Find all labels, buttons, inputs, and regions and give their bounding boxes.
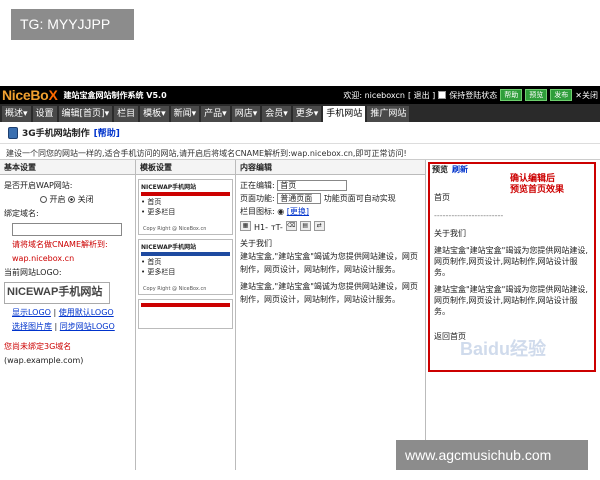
wap-off-label: 关闭: [77, 195, 94, 204]
nav-products[interactable]: 产品▾: [201, 106, 230, 122]
font-size-button[interactable]: тT-: [271, 221, 283, 234]
nav-overview[interactable]: 概述▾: [2, 106, 31, 122]
template-bar: [141, 252, 230, 256]
nav-shop[interactable]: 网店▾: [231, 106, 261, 122]
template-footer: Copy Right @ NiceBox.cn: [143, 226, 207, 232]
cname-hint: 请将域名做CNAME解析到:: [12, 240, 108, 249]
table-icon[interactable]: ▦: [240, 221, 251, 231]
editing-label: 正在编辑:: [240, 181, 275, 190]
app-window: NiceBoX 建站宝盒网站制作系统 V5.0 欢迎: niceboxcn [ …: [0, 86, 600, 480]
template-settings-header: 模板设置: [136, 160, 235, 175]
baidu-watermark: Baidu经验: [460, 339, 547, 359]
refresh-link[interactable]: 刷新: [452, 165, 468, 174]
nav-mobile-site[interactable]: 手机网站: [323, 106, 366, 122]
nav-edit-home[interactable]: 编辑[首页]▾: [58, 106, 113, 122]
title-bar: NiceBoX 建站宝盒网站制作系统 V5.0 欢迎: niceboxcn [ …: [0, 86, 600, 104]
nav-templates[interactable]: 模板▾: [140, 106, 169, 122]
preview-about: 关于我们: [434, 229, 466, 238]
wap-off-radio[interactable]: [68, 196, 76, 203]
close-button[interactable]: ✕关闭: [575, 90, 598, 101]
template-brand: NICEWAP手机网站: [141, 184, 197, 191]
keep-login-checkbox[interactable]: [438, 91, 447, 99]
nav-members[interactable]: 会员▾: [262, 106, 291, 122]
template-settings-panel: 模板设置 NICEWAP手机网站 • 首页 • 更多栏目 Copy Right …: [136, 160, 236, 470]
template-link: • 更多栏目: [141, 208, 176, 216]
template-option-1[interactable]: NICEWAP手机网站 • 首页 • 更多栏目 Copy Right @ Nic…: [138, 179, 233, 235]
domain-input[interactable]: [12, 223, 122, 236]
template-bar: [141, 303, 230, 307]
unbound-notice: 您尚未绑定3G域名: [4, 342, 72, 351]
editor-toolbar: ▦ H1- тT- ⌫ ▤ ⇄: [240, 221, 421, 234]
preview-callout: 确认编辑后 预览首页效果: [510, 174, 565, 195]
template-footer: Copy Right @ NiceBox.cn: [143, 286, 207, 292]
watermark-bottom: www.agcmusichub.com: [396, 440, 588, 470]
basic-settings-panel: 基本设置 是否开启WAP网站: 开启 关闭 绑定域名: 请将域名做CNAME解析…: [0, 160, 136, 470]
editing-select[interactable]: 首页: [277, 180, 348, 191]
function-label: 页面功能:: [240, 194, 275, 203]
preview-divider: ------------------------: [434, 211, 504, 220]
wap-on-radio[interactable]: [40, 196, 47, 203]
preview-panel: 预览 刷新 确认编辑后 预览首页效果 首页 --------------------…: [426, 160, 600, 470]
editor-about: 关于我们: [240, 239, 272, 248]
page-description: 建设一个同您的网站一样的,适合手机访问的网站,请开启后将域名CNAME解析到:w…: [0, 144, 600, 160]
template-option-2[interactable]: NICEWAP手机网站 • 首页 • 更多栏目 Copy Right @ Nic…: [138, 239, 233, 295]
page-title: 3G手机网站制作: [22, 129, 90, 139]
function-select[interactable]: 普通页面: [277, 193, 322, 204]
watermark-top: TG: MYYJJPP: [11, 9, 134, 40]
image-icon[interactable]: ▤: [299, 221, 311, 231]
image-library-link[interactable]: 选择图片库: [12, 322, 52, 331]
preview-text-2: 建站宝盒"建站宝盒"竭诚为您提供网站建设,网页制作,网页设计,网站制作,网站设计…: [434, 285, 588, 316]
keep-login-label: 保持登陆状态: [449, 90, 498, 100]
bind-domain-label: 绑定域名:: [4, 209, 39, 218]
system-title: 建站宝盒网站制作系统 V5.0: [63, 90, 167, 100]
page-header: 3G手机网站制作 [帮助]: [0, 122, 600, 144]
template-link: • 首页: [141, 198, 162, 206]
template-brand: NICEWAP手机网站: [141, 244, 197, 251]
nav-more[interactable]: 更多▾: [292, 106, 322, 122]
preview-button[interactable]: 预览: [525, 89, 548, 101]
function-note: 功能页面可自动实现: [323, 194, 396, 203]
template-link: • 更多栏目: [141, 268, 176, 276]
heading-button[interactable]: H1-: [254, 221, 268, 234]
wap-question: 是否开启WAP网站:: [4, 181, 73, 190]
show-logo-link[interactable]: 显示LOGO: [12, 308, 51, 317]
basic-settings-header: 基本设置: [0, 160, 135, 175]
sync-logo-link[interactable]: 同步网站LOGO: [60, 322, 115, 331]
nicebox-logo: NiceBoX: [2, 87, 58, 103]
top-right-controls: 欢迎: niceboxcn [ 退出 ] 保持登陆状态 帮助 预览 发布 ✕关闭: [343, 86, 598, 104]
mobile-phone-icon: [8, 126, 18, 139]
preview-text-1: 建站宝盒"建站宝盒"竭诚为您提供网站建设,网页制作,网页设计,网站制作,网站设计…: [434, 246, 588, 277]
current-logo-image: NICEWAP手机网站: [4, 282, 110, 304]
link-icon[interactable]: ⇄: [313, 221, 325, 231]
content-editor-header: 内容编辑: [236, 160, 425, 175]
editor-paragraph-2: 建站宝盒,"建站宝盒"竭诚为您提供网站建设，网页制作，网页设计，网站制作，网站设…: [240, 282, 418, 304]
main-nav: 概述▾ 设置 编辑[首页]▾ 栏目 模板▾ 新闻▾ 产品▾ 网店▾ 会员▾ 更多…: [0, 104, 600, 122]
wap-on-label: 开启: [49, 195, 66, 204]
template-bar: [141, 192, 230, 196]
default-logo-link[interactable]: 使用默认LOGO: [59, 308, 114, 317]
help-button[interactable]: 帮助: [500, 89, 523, 101]
publish-button[interactable]: 发布: [550, 89, 573, 101]
help-link[interactable]: [帮助]: [94, 126, 120, 139]
content-editor-panel: 内容编辑 正在编辑: 首页 页面功能: 普通页面 功能页面可自动实现 栏目图标:…: [236, 160, 426, 470]
globe-icon: ◉: [277, 207, 285, 216]
logout-link[interactable]: [ 退出 ]: [408, 90, 435, 101]
erase-icon[interactable]: ⌫: [285, 221, 297, 231]
content-columns: 基本设置 是否开启WAP网站: 开启 关闭 绑定域名: 请将域名做CNAME解析…: [0, 160, 600, 470]
nav-columns[interactable]: 栏目: [114, 106, 139, 122]
nav-news[interactable]: 新闻▾: [170, 106, 200, 122]
template-option-3[interactable]: [138, 299, 233, 329]
nav-promote-site[interactable]: 推广网站: [367, 106, 410, 122]
welcome-text: 欢迎: niceboxcn: [343, 90, 405, 100]
example-domain: (wap.example.com): [4, 356, 84, 365]
editor-paragraph-1: 建站宝盒,"建站宝盒"竭诚为您提供网站建设，网页制作，网页设计，网站制作，网站设…: [240, 252, 418, 274]
icon-label: 栏目图标:: [240, 207, 275, 216]
cname-target: wap.nicebox.cn: [12, 254, 75, 263]
logo-label: 当前网站LOGO:: [4, 268, 62, 277]
nav-settings[interactable]: 设置: [32, 106, 57, 122]
template-link: • 首页: [141, 258, 162, 266]
change-icon-link[interactable]: [更换]: [287, 207, 309, 216]
